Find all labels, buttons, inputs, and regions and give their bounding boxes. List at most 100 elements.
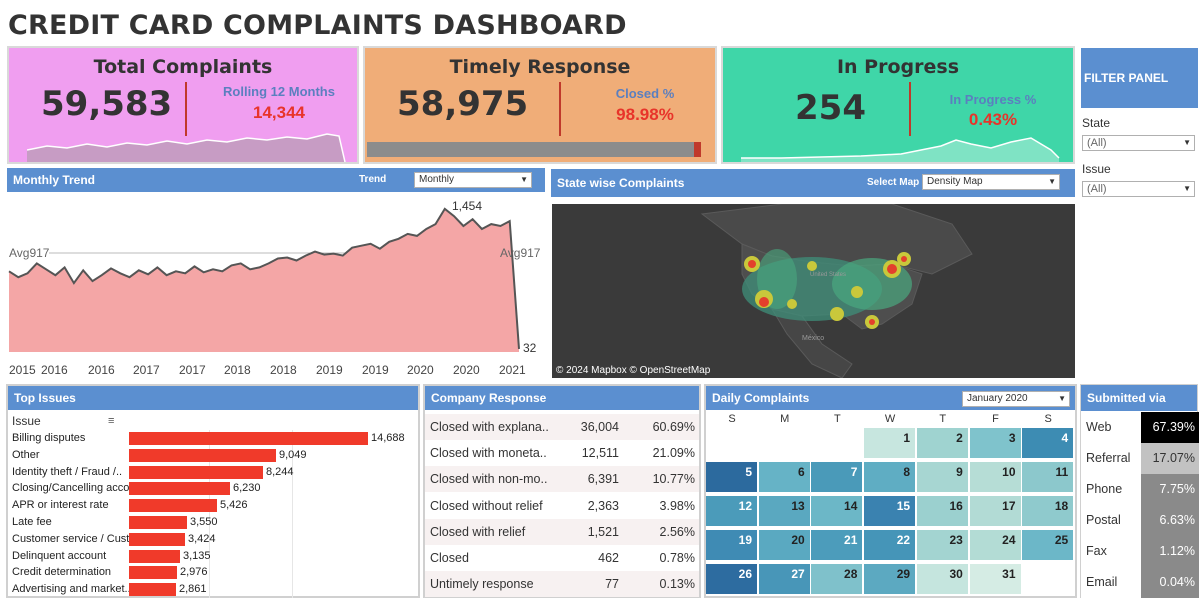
calendar-day[interactable]: 13 [758,496,811,527]
response-count: 36,004 [580,420,619,434]
calendar-day[interactable]: 21 [811,530,864,561]
map-label-us: United States [810,272,846,278]
submitted-row[interactable]: Web 67.39% [1081,412,1199,443]
calendar-day[interactable]: 15 [864,496,917,527]
kpi-timely-progress-track [367,142,701,157]
calendar-day[interactable]: 8 [864,462,917,493]
issue-value: 2,861 [179,583,207,596]
calendar-day[interactable]: 20 [758,530,811,561]
month-select[interactable]: January 2020 ▼ [962,391,1070,407]
response-row[interactable]: Closed with non-mo.. 6,391 10.77% [425,466,699,493]
submitted-label: Phone [1081,474,1141,505]
kpi-timely-title: Timely Response [449,56,631,78]
calendar-day[interactable]: 1 [864,428,917,459]
response-row[interactable]: Closed with explana.. 36,004 60.69% [425,414,699,440]
submitted-row[interactable]: Email 0.04% [1081,567,1199,598]
response-row[interactable]: Untimely response 77 0.13% [425,571,699,598]
issue-row[interactable]: APR or interest rate 5,426 [8,497,418,514]
issue-row[interactable]: Closing/Cancelling acco.. 6,230 [8,480,418,497]
weekday-label: S [728,413,736,425]
calendar-day[interactable]: 19 [706,530,758,561]
density-map[interactable]: United States México © 2024 Mapbox © Ope… [552,204,1075,378]
map-type-select[interactable]: Density Map ▼ [922,174,1060,190]
kpi-timely-sub-label: Closed % [615,86,675,101]
kpi-timely-progress-fill [367,142,695,157]
response-row[interactable]: Closed 462 0.78% [425,545,699,571]
chevron-down-icon: ▼ [520,175,528,184]
kpi-in-progress: In Progress 254 In Progress % 0.43% [721,46,1075,164]
chevron-down-icon: ▼ [1183,184,1191,193]
calendar-day[interactable]: 26 [706,564,758,595]
issue-value: 6,230 [233,482,261,495]
trend-x-tick: 2017 [179,363,206,377]
calendar-day[interactable]: 4 [1022,428,1075,459]
issue-value: 5,426 [220,499,248,512]
issue-row[interactable]: Billing disputes 14,688 [8,430,418,447]
trend-x-tick: 2018 [224,363,251,377]
calendar-day[interactable]: 12 [706,496,758,527]
response-pct: 2.56% [659,524,695,539]
state-filter-value: (All) [1087,137,1107,149]
chevron-down-icon: ▼ [1048,177,1056,186]
calendar-day[interactable]: 25 [1022,530,1075,561]
issue-column-header: Issue [12,414,41,428]
calendar-day[interactable]: 3 [969,428,1022,459]
kpi-timely-response: Timely Response 58,975 Closed % 98.98% [363,46,717,164]
calendar-day[interactable]: 22 [864,530,917,561]
calendar-day[interactable]: 14 [811,496,864,527]
calendar-day[interactable]: 27 [758,564,811,595]
calendar-day[interactable]: 9 [916,462,969,493]
calendar-day[interactable]: 10 [969,462,1022,493]
issue-label: Customer service / Cust.. [12,532,130,545]
response-count: 77 [605,577,619,592]
calendar-day[interactable]: 29 [864,564,917,595]
calendar-day[interactable]: 16 [916,496,969,527]
response-label: Closed with relief [430,524,526,539]
submitted-via-header: Submitted via [1081,385,1197,411]
issue-label: Advertising and market.. [12,583,130,596]
weekday-label: W [884,413,896,425]
issue-row[interactable]: Late fee 3,550 [8,514,418,531]
trend-select[interactable]: Monthly ▼ [414,172,532,188]
response-row[interactable]: Closed with moneta.. 12,511 21.09% [425,440,699,466]
response-label: Closed [430,551,469,565]
calendar-day[interactable]: 24 [969,530,1022,561]
trend-min-label: 32 [523,341,537,355]
calendar-day[interactable]: 18 [1022,496,1075,527]
submitted-row[interactable]: Fax 1.12% [1081,536,1199,567]
top-issues-header: Top Issues [8,386,418,410]
calendar-day[interactable]: 23 [916,530,969,561]
issue-row[interactable]: Advertising and market.. 2,861 [8,581,418,598]
issue-row[interactable]: Delinquent account 3,135 [8,548,418,565]
calendar-day[interactable]: 28 [811,564,864,595]
issue-filter-select[interactable]: (All) ▼ [1082,181,1195,197]
submitted-row[interactable]: Referral 17.07% [1081,443,1199,474]
calendar-day[interactable]: 5 [706,462,758,493]
sort-icon[interactable]: ≡ [108,415,114,427]
calendar-day[interactable]: 11 [1022,462,1075,493]
response-pct: 60.69% [652,420,695,434]
submitted-row[interactable]: Postal m..6.63% [1081,505,1199,558]
state-filter-select[interactable]: (All) ▼ [1082,135,1195,151]
issue-row[interactable]: Customer service / Cust.. 3,424 [8,531,418,548]
trend-area [9,208,519,352]
issue-row[interactable]: Credit determination 2,976 [8,564,418,581]
issue-row[interactable]: Other 9,049 [8,447,418,464]
calendar-day[interactable]: 2 [916,428,969,459]
calendar-day[interactable]: 6 [758,462,811,493]
response-row[interactable]: Closed with relief 1,521 2.56% [425,518,699,545]
calendar-day[interactable]: 17 [969,496,1022,527]
response-row[interactable]: Closed without relief 2,363 3.98% [425,493,699,519]
submitted-row[interactable]: Phone 7.75% [1081,474,1199,505]
calendar-day[interactable]: 31 [969,564,1022,595]
trend-x-tick: 2016 [41,363,68,377]
weekday-label: T [939,413,947,425]
kpi-total-sub-label: Rolling 12 Months [223,84,335,99]
calendar-grid: 1 2 3 4 5 6 7 8 9 10 11 12 13 14 15 16 17 18 19 20 21 22 23 24 2… [706,428,1075,598]
kpi-total-complaints: Total Complaints 59,583 Rolling 12 Month… [7,46,359,164]
calendar-day[interactable]: 7 [811,462,864,493]
issue-row[interactable]: Identity theft / Fraud /.. 8,244 [8,464,418,481]
issue-column-label: Issue [12,414,41,428]
calendar-day[interactable]: 30 [916,564,969,595]
response-pct: 10.77% [652,472,695,487]
